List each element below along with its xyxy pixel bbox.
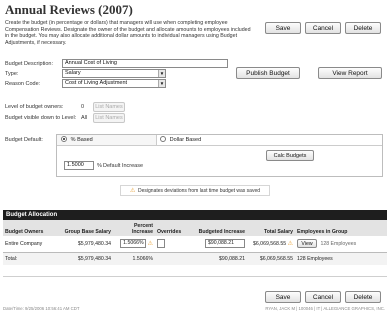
default-increase-label: Default Increase	[103, 163, 144, 169]
type-select[interactable]: Salary ▼	[62, 69, 166, 78]
total-base-salary: $5,979,480.34	[61, 251, 113, 265]
dollar-option-label: Dollar Based	[169, 137, 202, 143]
employees-cell: View 128 Employees	[295, 236, 387, 252]
visible-down-value: All	[81, 115, 88, 121]
deviation-note-text: Designates deviations from last time bud…	[138, 188, 261, 194]
percent-suffix: %	[97, 163, 102, 169]
level-owners-label: Level of budget owners:	[5, 104, 64, 110]
page-title: Annual Reviews (2007)	[5, 2, 133, 17]
budget-default-panel: % Based Dollar Based 1.5000 % Default In…	[56, 134, 383, 177]
list-names-owners-button[interactable]: List Names	[93, 102, 125, 112]
list-names-visible-button[interactable]: List Names	[93, 113, 125, 123]
col-employees-in-group: Employees in Group	[295, 220, 387, 236]
cancel-button[interactable]: Cancel	[305, 22, 341, 34]
owner-cell: Entire Company	[5, 240, 43, 247]
type-label: Type:	[5, 71, 19, 77]
total-salary-value: $6,069,568.55	[252, 241, 287, 248]
override-checkbox[interactable]	[157, 239, 165, 249]
delete-button[interactable]: Delete	[345, 22, 381, 34]
divider	[3, 276, 387, 277]
view-report-button[interactable]: View Report	[318, 67, 382, 79]
warning-icon: ⚠	[287, 241, 293, 248]
save-button-bottom[interactable]: Save	[265, 291, 301, 303]
budget-description-input[interactable]: Annual Cost of Living	[62, 59, 228, 68]
level-owners-value: 0	[81, 104, 85, 110]
reason-code-label: Reason Code:	[5, 81, 41, 87]
budget-allocation-table: Budget Owners Group Base Salary Percent …	[3, 220, 387, 265]
total-budgeted: $90,088.21	[195, 251, 247, 265]
default-increase-input[interactable]: 1.5000	[64, 161, 94, 170]
footer: Date/Time: 9/25/2006 10:56:41 AM CDT RYA…	[3, 306, 387, 311]
footer-user: RYAN, JACK M | 100046 | IT | ALLEGIANCE …	[265, 306, 385, 311]
reason-code-select-value: Cost of Living Adjustment	[65, 80, 128, 86]
budget-allocation-header: Budget Allocation	[3, 210, 387, 220]
col-total-salary: Total Salary	[247, 220, 295, 236]
col-group-base-salary: Group Base Salary	[61, 220, 113, 236]
type-select-value: Salary	[65, 70, 81, 76]
dollar-radio[interactable]	[160, 136, 166, 143]
deviation-note: ⚠ Designates deviations from last time b…	[120, 185, 270, 196]
total-percent: 1.5066%	[113, 251, 155, 265]
percent-increase-input[interactable]: 1.5066%	[120, 239, 147, 249]
budgeted-increase-input[interactable]: $90,088.21	[205, 239, 245, 249]
reason-code-select[interactable]: Cost of Living Adjustment ▼	[62, 79, 166, 88]
budgeted-cell: $90,088.21	[195, 236, 247, 252]
dollar-option[interactable]: Dollar Based	[157, 135, 382, 146]
visible-down-label: Budget visible down to Level:	[5, 115, 77, 121]
col-budgeted-increase: Budgeted Increase	[195, 220, 247, 236]
base-salary-cell: $5,979,480.34	[77, 240, 111, 247]
budget-description-label: Budget Description:	[5, 61, 53, 67]
percent-cell: 1.5066% ⚠	[113, 236, 155, 252]
footer-datetime: Date/Time: 9/25/2006 10:56:41 AM CDT	[3, 306, 80, 311]
total-total-salary: $6,069,568.55	[247, 251, 295, 265]
budget-default-label: Budget Default:	[5, 137, 43, 143]
table-row: Entire Company $5,979,480.34 1.5066% ⚠ $…	[3, 236, 387, 252]
total-override	[155, 251, 195, 265]
chevron-down-icon: ▼	[158, 70, 165, 77]
calc-budgets-button[interactable]: Calc Budgets	[266, 150, 314, 161]
col-percent-increase: Percent Increase	[113, 220, 155, 236]
employee-count: 128 Employees	[320, 241, 357, 248]
percent-radio[interactable]	[61, 136, 67, 143]
col-overrides: Overrides	[155, 220, 195, 236]
view-employees-button[interactable]: View	[297, 239, 317, 249]
total-row: Total: $5,979,480.34 1.5066% $90,088.21 …	[3, 251, 387, 265]
col-budget-owners: Budget Owners	[3, 220, 61, 236]
chevron-down-icon: ▼	[158, 80, 165, 87]
page-description: Create the budget (in percentage or doll…	[5, 20, 251, 46]
cancel-button-bottom[interactable]: Cancel	[305, 291, 341, 303]
publish-budget-button[interactable]: Publish Budget	[236, 67, 300, 79]
save-button[interactable]: Save	[265, 22, 301, 34]
total-salary-cell: $6,069,568.55 ⚠	[247, 236, 295, 252]
table-header-row: Budget Owners Group Base Salary Percent …	[3, 220, 387, 236]
warning-icon: ⚠	[147, 241, 153, 248]
percent-option-label: % Based	[70, 137, 93, 143]
percent-option[interactable]: % Based	[57, 135, 157, 146]
total-label: Total:	[3, 251, 61, 265]
total-employees: 128 Employees	[295, 251, 387, 265]
delete-button-bottom[interactable]: Delete	[345, 291, 381, 303]
warning-icon: ⚠	[130, 188, 136, 194]
override-cell	[155, 236, 195, 252]
